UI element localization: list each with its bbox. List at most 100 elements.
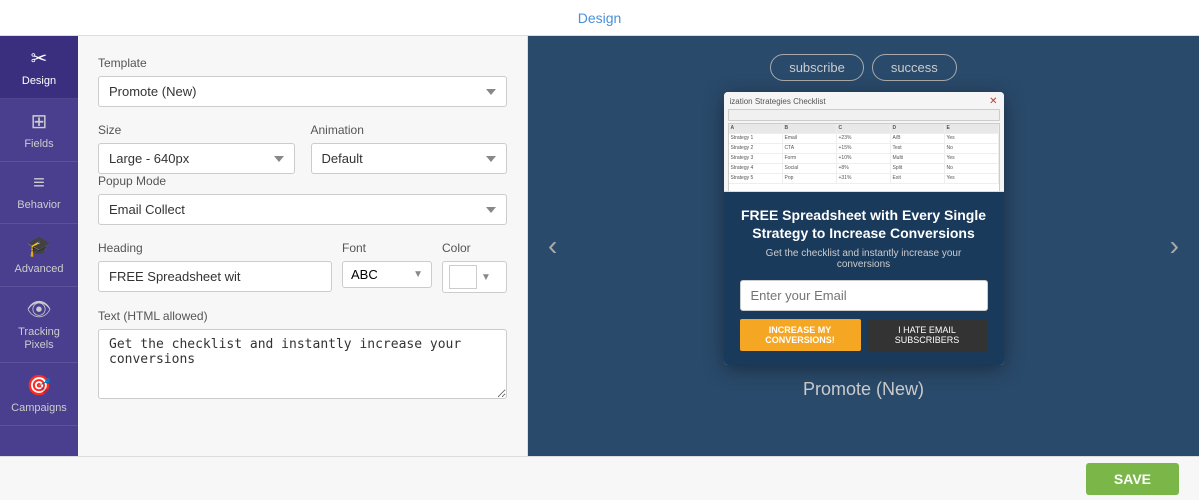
font-label: Font	[342, 241, 432, 255]
text-html-input[interactable]: Get the checklist and instantly increase…	[98, 329, 507, 399]
spreadsheet-cell: +15%	[837, 144, 891, 153]
sidebar-item-behavior[interactable]: ≡ Behavior	[0, 162, 78, 223]
next-arrow[interactable]: ›	[1160, 220, 1189, 272]
template-label: Template	[98, 56, 507, 70]
main-layout: ✂ Design ⊞ Fields ≡ Behavior 🎓 Advanced …	[0, 36, 1199, 456]
sidebar-label-campaigns: Campaigns	[11, 402, 67, 415]
heading-label: Heading	[98, 241, 332, 255]
spreadsheet-cell: Split	[891, 164, 945, 173]
popup-mode-group: Popup Mode Email Collect Simple Popup Im…	[98, 174, 507, 225]
size-label: Size	[98, 123, 295, 137]
spreadsheet-cell: A/B	[891, 134, 945, 143]
spreadsheet-cell: No	[945, 164, 999, 173]
color-dropdown-arrow[interactable]: ▼	[481, 272, 491, 283]
color-col: Color ▼	[442, 241, 507, 293]
popup-subtext: Get the checklist and instantly increase…	[740, 248, 988, 270]
spreadsheet-mockup: ization Strategies Checklist ✕ A B C D E	[724, 92, 1004, 192]
spreadsheet-close-icon[interactable]: ✕	[989, 96, 997, 107]
spreadsheet-cell: Strategy 5	[729, 174, 783, 183]
spreadsheet-cell: Strategy 1	[729, 134, 783, 143]
font-col: Font ABC ▼	[342, 241, 432, 288]
fields-icon: ⊞	[31, 109, 48, 134]
save-button[interactable]: SAVE	[1086, 463, 1179, 495]
popup-primary-btn[interactable]: INCREASE MY CONVERSIONS!	[740, 319, 861, 351]
preview-controls: subscribe success	[770, 54, 957, 81]
sidebar-item-fields[interactable]: ⊞ Fields	[0, 99, 78, 162]
animation-label: Animation	[311, 123, 508, 137]
spreadsheet-cell: C	[837, 124, 891, 133]
sidebar-item-tracking-pixels[interactable]: 👁 Tracking Pixels	[0, 287, 78, 363]
tab-success[interactable]: success	[872, 54, 957, 81]
spreadsheet-cell: Test	[891, 144, 945, 153]
behavior-icon: ≡	[33, 172, 45, 195]
size-animation-row: Size Large - 640px Medium - 480px Small …	[98, 123, 507, 174]
preview-template-name: Promote (New)	[803, 379, 924, 400]
campaigns-icon: 🎯	[27, 373, 52, 398]
sidebar-label-tracking-pixels: Tracking Pixels	[5, 326, 73, 352]
spreadsheet-cell: Yes	[945, 154, 999, 163]
prev-arrow[interactable]: ‹	[538, 220, 567, 272]
popup-screenshot: ization Strategies Checklist ✕ A B C D E	[724, 92, 1004, 192]
top-bar: Design	[0, 0, 1199, 36]
popup-heading: FREE Spreadsheet with Every Single Strat…	[740, 206, 988, 242]
tab-subscribe[interactable]: subscribe	[770, 54, 864, 81]
spreadsheet-cell: CTA	[783, 144, 837, 153]
popup-content-area: FREE Spreadsheet with Every Single Strat…	[724, 192, 1004, 365]
font-dropdown-arrow[interactable]: ▼	[413, 269, 423, 280]
preview-area: subscribe success ‹ ization Strategies C…	[528, 36, 1199, 456]
tracking-pixels-icon: 👁	[26, 297, 51, 322]
sidebar-item-advanced[interactable]: 🎓 Advanced	[0, 224, 78, 287]
animation-col: Animation Default Fade Slide Bounce	[311, 123, 508, 174]
spreadsheet-cell: +31%	[837, 174, 891, 183]
sidebar-item-design[interactable]: ✂ Design	[0, 36, 78, 99]
sidebar-label-design: Design	[22, 75, 56, 88]
size-select[interactable]: Large - 640px Medium - 480px Small - 320…	[98, 143, 295, 174]
spreadsheet-toolbar	[728, 109, 1000, 121]
spreadsheet-row-header: A B C D E	[729, 124, 999, 134]
settings-panel: Template Promote (New) Promote (Classic)…	[78, 36, 528, 456]
spreadsheet-cell: D	[891, 124, 945, 133]
sidebar-label-advanced: Advanced	[15, 263, 64, 276]
spreadsheet-cell: Social	[783, 164, 837, 173]
popup-mode-select[interactable]: Email Collect Simple Popup Image Popup	[98, 194, 507, 225]
spreadsheet-cell: Strategy 3	[729, 154, 783, 163]
spreadsheet-cell: Exit	[891, 174, 945, 183]
design-icon: ✂	[31, 46, 48, 71]
color-swatch[interactable]	[449, 265, 477, 289]
popup-mode-label: Popup Mode	[98, 174, 507, 188]
spreadsheet-cell: Pop	[783, 174, 837, 183]
sidebar-label-behavior: Behavior	[17, 199, 60, 212]
popup-buttons: INCREASE MY CONVERSIONS! I HATE EMAIL SU…	[740, 319, 988, 351]
spreadsheet-title: ization Strategies Checklist	[730, 97, 826, 106]
bottom-bar: SAVE	[0, 456, 1199, 500]
spreadsheet-cell: B	[783, 124, 837, 133]
spreadsheet-title-bar: ization Strategies Checklist ✕	[728, 96, 1000, 107]
spreadsheet-data-row: Strategy 5 Pop +31% Exit Yes	[729, 174, 999, 184]
spreadsheet-data-row: Strategy 3 Form +10% Multi Yes	[729, 154, 999, 164]
spreadsheet-cell: +10%	[837, 154, 891, 163]
heading-input[interactable]	[98, 261, 332, 292]
template-select[interactable]: Promote (New) Promote (Classic) Email Co…	[98, 76, 507, 107]
advanced-icon: 🎓	[27, 234, 52, 259]
font-value: ABC	[351, 267, 413, 282]
popup-secondary-btn[interactable]: I HATE EMAIL SUBSCRIBERS	[867, 319, 988, 351]
animation-select[interactable]: Default Fade Slide Bounce	[311, 143, 508, 174]
spreadsheet-data-row: Strategy 2 CTA +15% Test No	[729, 144, 999, 154]
spreadsheet-data-row: Strategy 1 Email +23% A/B Yes	[729, 134, 999, 144]
sidebar: ✂ Design ⊞ Fields ≡ Behavior 🎓 Advanced …	[0, 36, 78, 456]
popup-email-input[interactable]	[740, 280, 988, 311]
template-group: Template Promote (New) Promote (Classic)…	[98, 56, 507, 107]
size-col: Size Large - 640px Medium - 480px Small …	[98, 123, 295, 174]
spreadsheet-grid: A B C D E Strategy 1 Email +23% A/B Yes	[728, 123, 1000, 192]
sidebar-item-campaigns[interactable]: 🎯 Campaigns	[0, 363, 78, 426]
spreadsheet-cell: Form	[783, 154, 837, 163]
spreadsheet-cell: Email	[783, 134, 837, 143]
spreadsheet-cell: +23%	[837, 134, 891, 143]
text-html-group: Text (HTML allowed) Get the checklist an…	[98, 309, 507, 404]
sidebar-label-fields: Fields	[24, 138, 53, 151]
heading-col: Heading	[98, 241, 332, 292]
color-label: Color	[442, 241, 507, 255]
heading-font-color-row: Heading Font ABC ▼ Color ▼	[98, 241, 507, 293]
top-bar-title: Design	[578, 10, 622, 26]
spreadsheet-cell: No	[945, 144, 999, 153]
